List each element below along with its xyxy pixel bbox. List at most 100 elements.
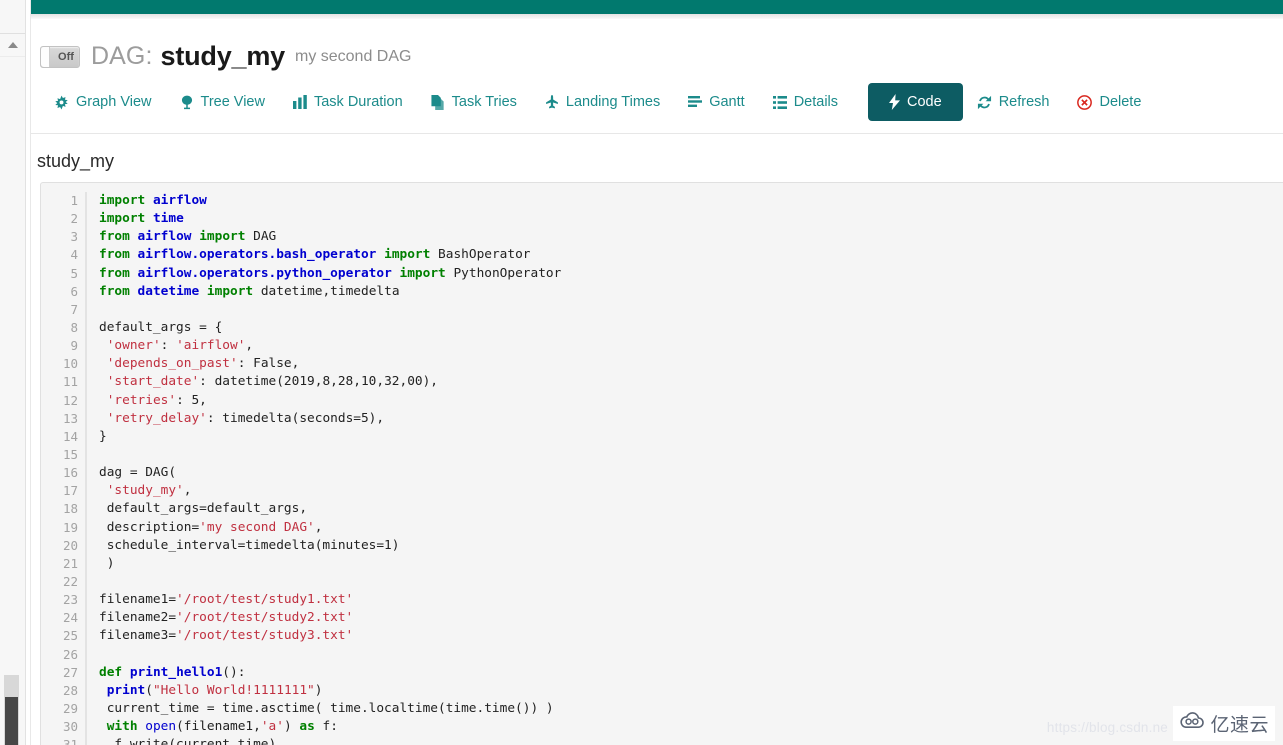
code-line: f.write(current_time) (99, 737, 277, 745)
tab-label: Task Tries (451, 94, 517, 110)
tab-delete[interactable]: Delete (1063, 85, 1155, 119)
align-left-icon (688, 95, 703, 109)
toggle-label: Off (58, 50, 74, 63)
code-line-number: 23 (62, 592, 78, 608)
code-line-number: 26 (62, 646, 78, 662)
tab-tree-view[interactable]: Tree View (166, 85, 279, 119)
tab-refresh[interactable]: Refresh (963, 85, 1064, 119)
asterisk-icon (54, 95, 69, 110)
code-line: from airflow.operators.python_operator i… (99, 265, 562, 281)
code-line-number: 1 (70, 193, 78, 208)
code-content[interactable]: import airflow import time from airflow im… (87, 192, 561, 745)
code-line: filename3='/root/test/study3.txt' (99, 628, 354, 644)
code-line-number: 8 (70, 319, 78, 335)
code-line-number: 20 (62, 537, 78, 553)
code-line: default_args = { (99, 319, 223, 335)
code-line: schedule_interval=timedelta(minutes=1) (99, 537, 400, 553)
scrollbar-thumb[interactable] (5, 697, 18, 745)
tab-label: Gantt (709, 94, 745, 110)
browser-scrollbar[interactable] (0, 0, 26, 745)
list-icon (772, 95, 787, 109)
code-line: from airflow.operators.bash_operator imp… (99, 247, 531, 263)
code-line-number: 3 (70, 229, 78, 245)
code-line-number: 17 (62, 483, 78, 499)
code-line: ) (99, 555, 115, 571)
toggle-knob (41, 46, 50, 67)
code-line: 'study_my', (106, 483, 192, 499)
code-line-number: 13 (62, 410, 78, 426)
watermark-text: 亿速云 (1210, 714, 1269, 736)
code-line: filename1='/root/test/study1.txt' (99, 592, 354, 608)
file-copy-icon (431, 94, 445, 110)
code-line: default_args=default_args, (99, 501, 308, 517)
code-line-number: 28 (62, 682, 78, 698)
code-viewer[interactable]: 1 2 3 4 5 6 7 8 9 10 11 12 13 14 15 16 17 18 19 20 21 22 23 24 2… (40, 182, 1283, 745)
tab-task-tries[interactable]: Task Tries (417, 85, 531, 119)
code-line: description='my second DAG', (99, 519, 323, 535)
lightning-bolt-icon (889, 94, 901, 110)
plane-icon (545, 94, 559, 110)
code-line-number: 16 (62, 465, 78, 481)
code-line: current_time = time.asctime( time.localt… (99, 700, 554, 716)
code-line: } (99, 428, 107, 444)
code-line-number: 9 (70, 338, 78, 354)
code-line: print("Hello World!1111111") (106, 682, 323, 698)
code-line-number: 25 (62, 628, 78, 644)
code-line-numbers: 1 2 3 4 5 6 7 8 9 10 11 12 13 14 15 16 17 18 19 20 21 22 23 24 2… (41, 192, 87, 745)
code-line-number: 4 (70, 247, 78, 263)
code-line-number: 7 (70, 301, 78, 317)
tab-graph-view[interactable]: Graph View (40, 85, 166, 119)
chevron-up-icon (7, 42, 18, 48)
tree-icon (180, 95, 194, 110)
tab-label: Delete (1099, 94, 1142, 110)
dag-header: Off DAG: study_my my second DAG (40, 41, 411, 72)
app-topbar (31, 0, 1283, 14)
code-line: 'depends_on_past': False, (106, 356, 300, 372)
tab-task-duration[interactable]: Task Duration (279, 85, 417, 119)
code-line-number: 18 (62, 501, 78, 517)
code-line-number: 2 (70, 211, 78, 227)
code-line-number: 10 (62, 356, 78, 372)
tab-landing-times[interactable]: Landing Times (531, 85, 674, 119)
code-line-number: 5 (70, 265, 78, 281)
watermark-yisuyun: 亿速云 (1173, 706, 1275, 741)
code-line-number: 14 (62, 428, 78, 444)
tab-details[interactable]: Details (759, 85, 852, 119)
tab-label: Graph View (76, 94, 152, 110)
dag-label: DAG: (91, 42, 153, 70)
scroll-up-button[interactable] (0, 33, 25, 57)
code-line-number: 24 (62, 610, 78, 626)
code-line: import time (99, 211, 184, 227)
code-line: 'retries': 5, (106, 392, 207, 408)
dag-pause-toggle[interactable]: Off (40, 45, 80, 68)
nav-divider (31, 133, 1283, 134)
refresh-icon (977, 95, 992, 110)
delete-circle-icon (1077, 94, 1093, 110)
code-line: import airflow (99, 193, 207, 208)
code-line-number: 22 (62, 573, 78, 589)
page-root: Off DAG: study_my my second DAG Graph Vi… (0, 0, 1283, 745)
code-line-number: 15 (62, 446, 78, 462)
code-line: 'retry_delay': timedelta(seconds=5), (106, 410, 385, 426)
tab-label: Tree View (200, 94, 265, 110)
scrollbar-track[interactable] (3, 57, 22, 745)
tab-code[interactable]: Code (868, 83, 963, 121)
tab-label: Code (907, 94, 942, 110)
dag-id: study_my (160, 41, 286, 71)
tab-gantt[interactable]: Gantt (674, 85, 758, 119)
tab-label: Task Duration (313, 94, 403, 110)
code-line: from airflow import DAG (99, 229, 277, 245)
code-line: from datetime import datetime,timedelta (99, 283, 400, 299)
code-line-number: 6 (70, 283, 78, 299)
code-line: 'owner': 'airflow', (106, 338, 254, 354)
page-content: Off DAG: study_my my second DAG Graph Vi… (31, 19, 1283, 745)
dag-description: my second DAG (294, 47, 412, 65)
code-line-number: 21 (62, 555, 78, 571)
code-line: with open(filename1,'a') as f: (106, 719, 338, 735)
bar-chart-icon (292, 95, 307, 109)
code-line: dag = DAG( (99, 465, 177, 481)
code-line-number: 19 (62, 519, 78, 535)
